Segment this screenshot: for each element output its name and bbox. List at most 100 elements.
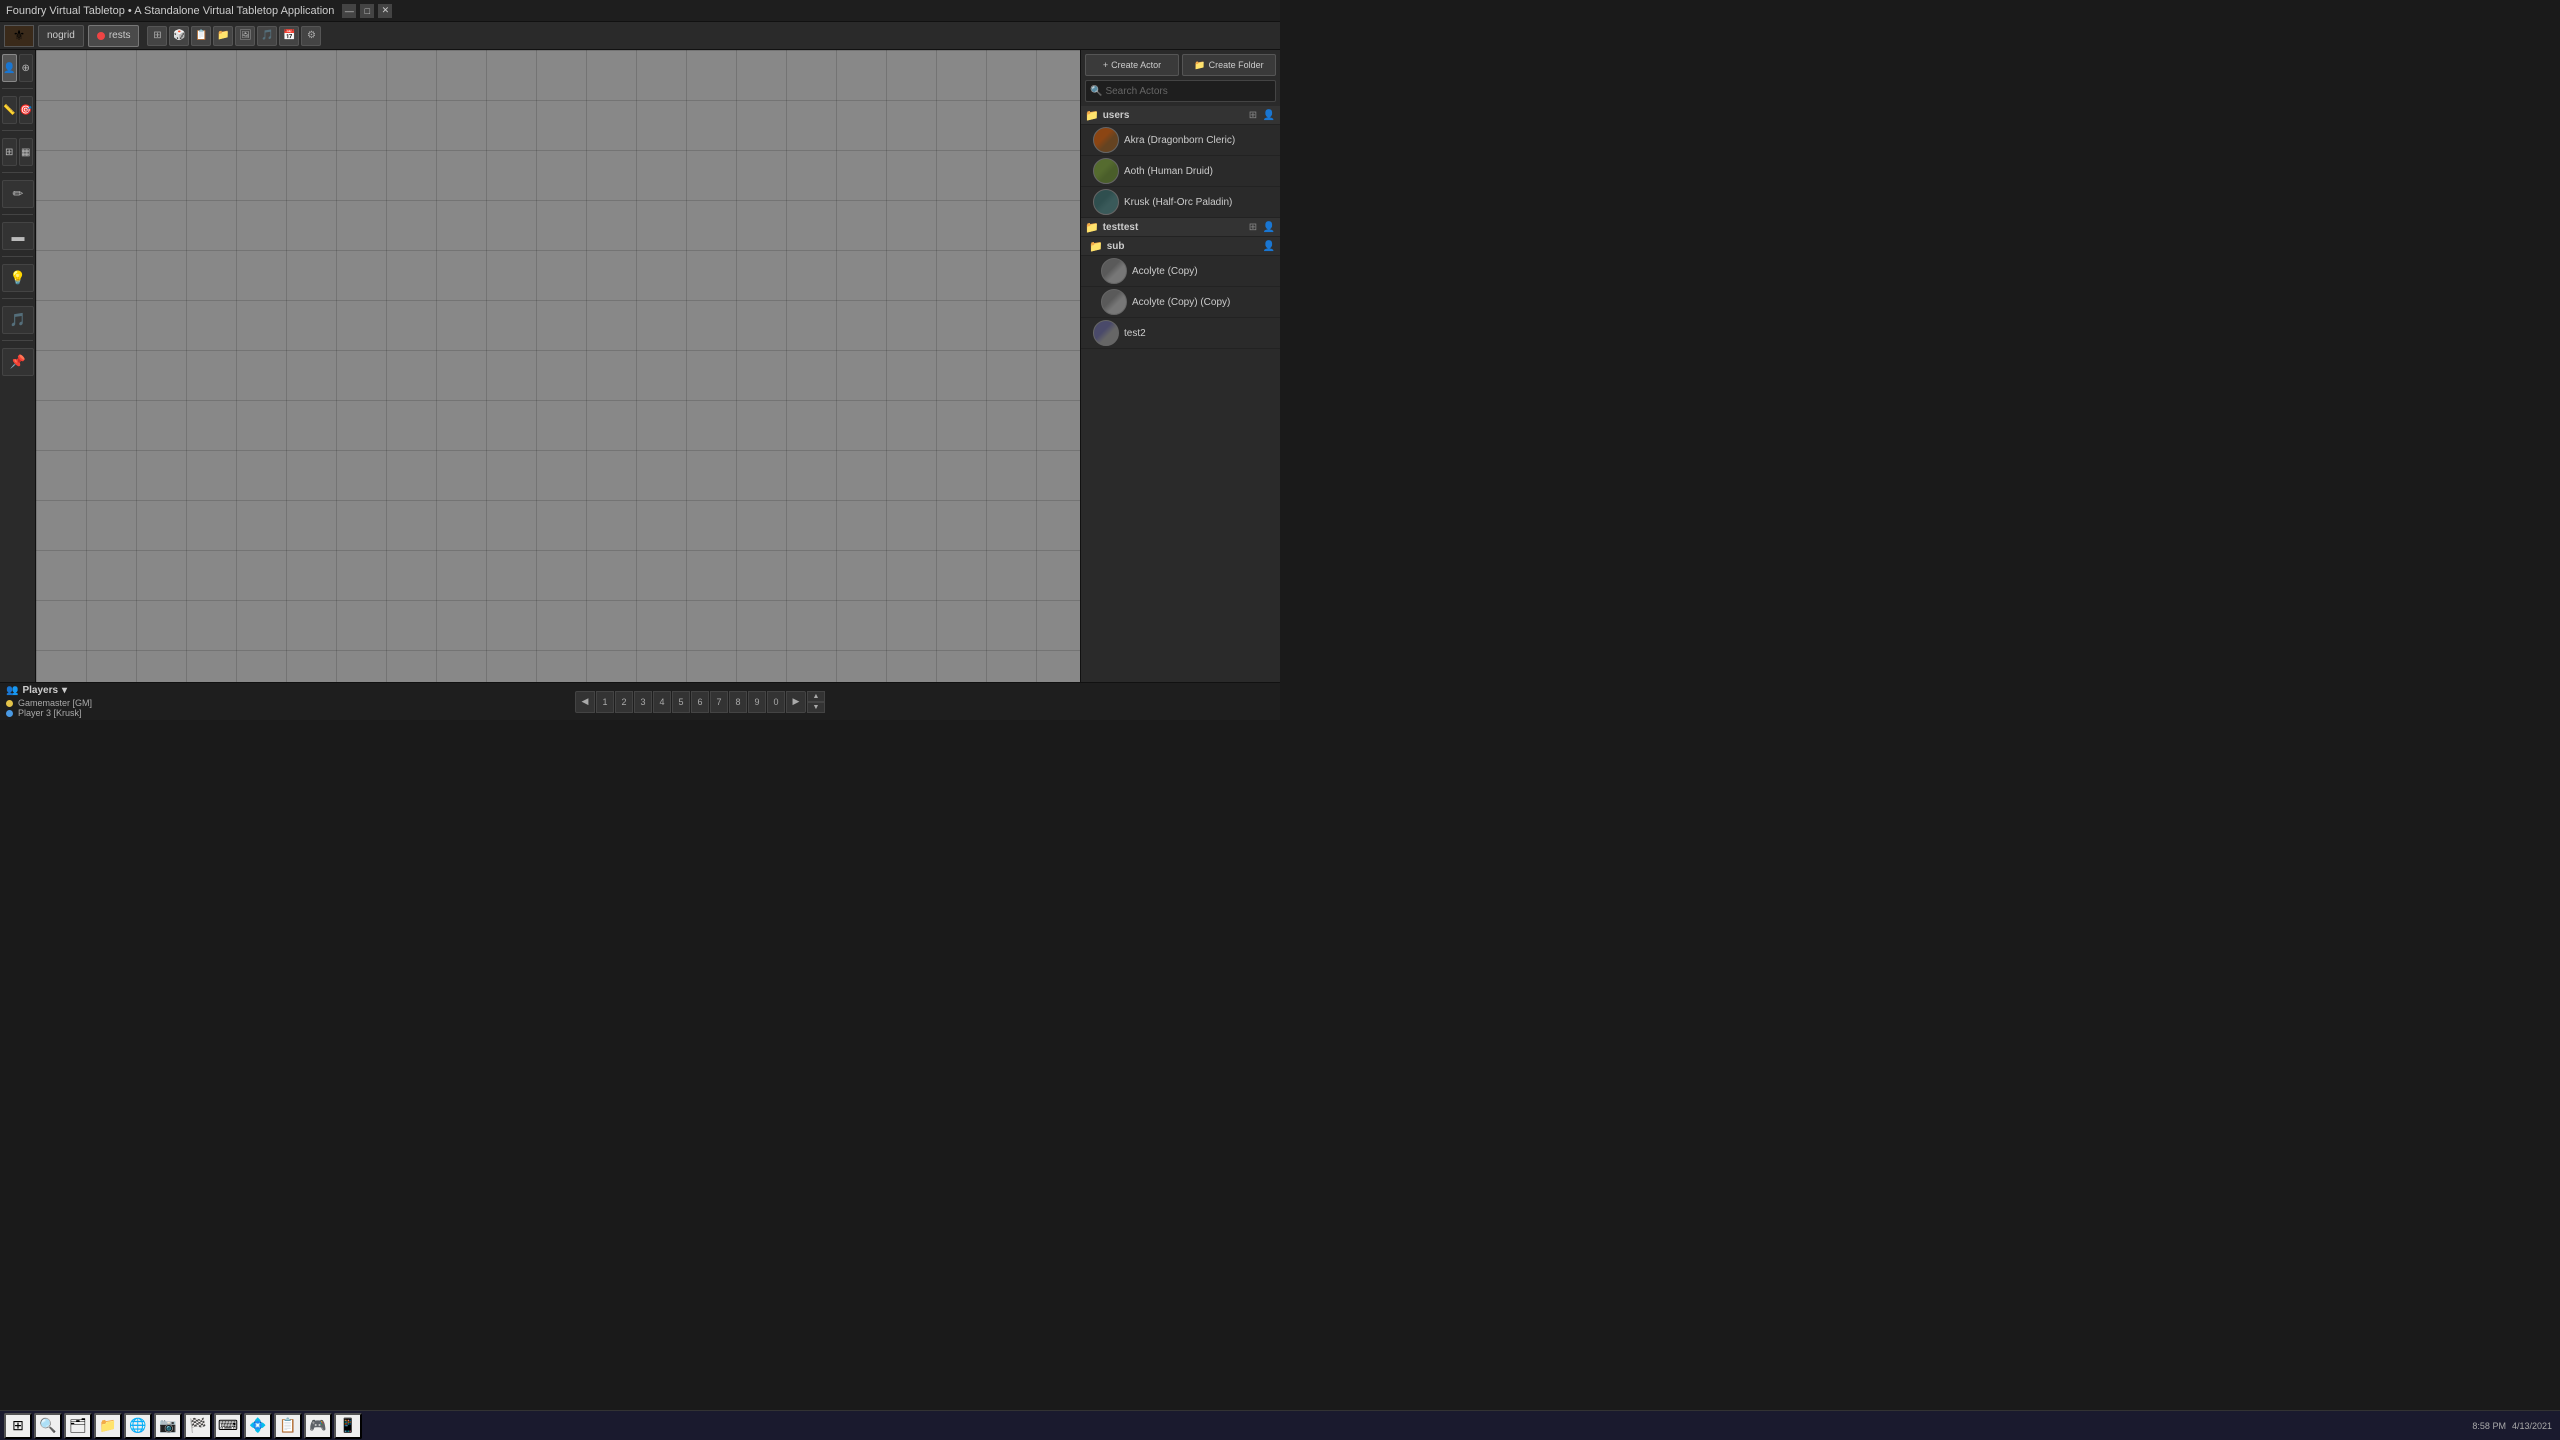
tool-group-draw: ✏ xyxy=(2,180,33,215)
scene-nav-next-button[interactable]: ▶ xyxy=(786,691,806,713)
scene-nav-page-8[interactable]: 8 xyxy=(729,691,747,713)
subfolder-sub-icon: 📁 xyxy=(1089,240,1103,253)
scene-nav-up-button[interactable]: ▲ xyxy=(807,691,825,702)
tool-group-sound: 🎵 xyxy=(2,306,33,341)
taskbar-camera-button[interactable]: 📷 xyxy=(154,1413,182,1439)
actor-name-aoth: Aoth (Human Druid) xyxy=(1124,166,1276,177)
taskbar-keyboard-button[interactable]: ⌨ xyxy=(214,1413,242,1439)
toolbar-icons: ⊞ 🎲 📋 📁 🖼 🎵 📅 ⚙ xyxy=(147,26,321,46)
folder-users[interactable]: 📁 users ⊞ 👤 xyxy=(1081,106,1280,125)
scene-nav-page-6[interactable]: 6 xyxy=(691,691,709,713)
toolbar-audio-icon[interactable]: 🎵 xyxy=(257,26,277,46)
toolbar-calendar-icon[interactable]: 📅 xyxy=(279,26,299,46)
wall-tool-button[interactable]: ▬ xyxy=(2,222,34,250)
toolbar-scenes-icon[interactable]: ⊞ xyxy=(147,26,167,46)
grid-canvas xyxy=(36,50,1080,682)
select-tool-button[interactable]: 👤 xyxy=(2,54,17,82)
tool-group-wall: ▬ xyxy=(2,222,33,257)
scene-nav-page-4[interactable]: 4 xyxy=(653,691,671,713)
actor-avatar-akra xyxy=(1093,127,1119,153)
actor-item-akra[interactable]: Akra (Dragonborn Cleric) xyxy=(1081,125,1280,156)
toolbar-journal-icon[interactable]: 📋 xyxy=(191,26,211,46)
tool-group-note: 📌 xyxy=(2,348,33,382)
tool-group-measure: 📏 🎯 xyxy=(2,96,33,131)
taskbar-time: 8:58 PM xyxy=(2472,1421,2506,1431)
create-actor-button[interactable]: + Create Actor xyxy=(1085,54,1179,76)
subfolder-sub-action-button[interactable]: 👤 xyxy=(1262,239,1276,253)
taskbar-app2-button[interactable]: 📋 xyxy=(274,1413,302,1439)
logo-button[interactable]: ⚜ xyxy=(4,25,34,47)
scene-nav-page-0[interactable]: 0 xyxy=(767,691,785,713)
actor-item-krusk[interactable]: Krusk (Half-Orc Paladin) xyxy=(1081,187,1280,218)
subfolder-sub[interactable]: 📁 sub 👤 xyxy=(1081,237,1280,256)
folder-users-sort-button[interactable]: ⊞ xyxy=(1246,108,1260,122)
create-folder-button[interactable]: 📁 Create Folder xyxy=(1182,54,1276,76)
create-folder-icon: 📁 xyxy=(1194,60,1205,71)
draw-tool-button[interactable]: ✏ xyxy=(2,180,34,208)
players-panel: 👥 Players ▾ Gamemaster [GM] Player 3 [Kr… xyxy=(0,683,120,720)
actor-avatar-acolyte-copy xyxy=(1101,258,1127,284)
scene-nav-page-7[interactable]: 7 xyxy=(710,691,728,713)
actor-name-akra: Akra (Dragonborn Cleric) xyxy=(1124,135,1276,146)
sound-tool-button[interactable]: 🎵 xyxy=(2,306,34,334)
scene-tab-rests-label: rests xyxy=(109,30,131,41)
taskbar-taskview-button[interactable]: 🗂 xyxy=(64,1413,92,1439)
taskbar-search-button[interactable]: 🔍 xyxy=(34,1413,62,1439)
player-gm-dot xyxy=(6,700,13,707)
actor-name-acolyte-copy: Acolyte (Copy) xyxy=(1132,266,1276,277)
grid-tool-button[interactable]: ▦ xyxy=(19,138,34,166)
maximize-button[interactable]: □ xyxy=(360,4,374,18)
actor-avatar-aoth xyxy=(1093,158,1119,184)
scene-nav-down-button[interactable]: ▼ xyxy=(807,702,825,713)
measure-tool-button[interactable]: 📏 xyxy=(2,96,17,124)
tool-group-tile: ⊞ ▦ xyxy=(2,138,33,173)
scene-tab-nogrid[interactable]: nogrid xyxy=(38,25,84,47)
toolbar-images-icon[interactable]: 🖼 xyxy=(235,26,255,46)
scene-nav-page-2[interactable]: 2 xyxy=(615,691,633,713)
scene-nav-prev-button[interactable]: ◀ xyxy=(575,691,595,713)
taskbar-date: 4/13/2021 xyxy=(2512,1421,2552,1431)
actor-item-acolyte-copy-copy[interactable]: Acolyte (Copy) (Copy) xyxy=(1081,287,1280,318)
actor-item-acolyte-copy[interactable]: Acolyte (Copy) xyxy=(1081,256,1280,287)
tile-tool-button[interactable]: ⊞ xyxy=(2,138,17,166)
compass-tool-button[interactable]: 🎯 xyxy=(19,96,34,124)
scene-nav-page-9[interactable]: 9 xyxy=(748,691,766,713)
actors-tree: 📁 users ⊞ 👤 Akra (Dragonborn Cleric) Aot… xyxy=(1081,104,1280,682)
folder-users-actions: ⊞ 👤 xyxy=(1246,108,1276,122)
title-bar-controls: — □ ✕ xyxy=(342,4,392,18)
folder-testtest-sort-button[interactable]: ⊞ xyxy=(1246,220,1260,234)
players-header[interactable]: 👥 Players ▾ xyxy=(6,685,114,696)
folder-testtest-add-user-button[interactable]: 👤 xyxy=(1262,220,1276,234)
minimize-button[interactable]: — xyxy=(342,4,356,18)
taskbar-start-button[interactable]: ⊞ xyxy=(4,1413,32,1439)
scene-nav-page-1[interactable]: 1 xyxy=(596,691,614,713)
light-tool-button[interactable]: 💡 xyxy=(2,264,34,292)
taskbar-app4-button[interactable]: 📱 xyxy=(334,1413,362,1439)
folder-users-add-user-button[interactable]: 👤 xyxy=(1262,108,1276,122)
canvas-area[interactable] xyxy=(36,50,1080,682)
target-tool-button[interactable]: ⊕ xyxy=(19,54,34,82)
taskbar-edge-button[interactable]: 🌐 xyxy=(124,1413,152,1439)
taskbar-explorer-button[interactable]: 📁 xyxy=(94,1413,122,1439)
scene-tab-rests[interactable]: rests xyxy=(88,25,140,47)
taskbar-foundry-button[interactable]: 🏁 xyxy=(184,1413,212,1439)
scene-nav-page-3[interactable]: 3 xyxy=(634,691,652,713)
tool-group-token: 👤 ⊕ xyxy=(2,54,33,89)
toolbar-actors-icon[interactable]: 📁 xyxy=(213,26,233,46)
taskbar-app1-button[interactable]: 💠 xyxy=(244,1413,272,1439)
actor-item-test2[interactable]: test2 xyxy=(1081,318,1280,349)
folder-testtest-icon: 📁 xyxy=(1085,221,1099,234)
scene-nav-page-5[interactable]: 5 xyxy=(672,691,690,713)
actor-item-aoth[interactable]: Aoth (Human Druid) xyxy=(1081,156,1280,187)
tool-pair-measure: 📏 🎯 xyxy=(2,96,33,124)
note-tool-button[interactable]: 📌 xyxy=(2,348,34,376)
search-input[interactable] xyxy=(1105,81,1271,101)
actor-name-acolyte-copy-copy: Acolyte (Copy) (Copy) xyxy=(1132,297,1276,308)
close-button[interactable]: ✕ xyxy=(378,4,392,18)
search-row: 🔍 xyxy=(1085,80,1276,102)
toolbar-settings-icon[interactable]: ⚙ xyxy=(301,26,321,46)
folder-testtest[interactable]: 📁 testtest ⊞ 👤 xyxy=(1081,218,1280,237)
toolbar-roll-icon[interactable]: 🎲 xyxy=(169,26,189,46)
actor-avatar-krusk xyxy=(1093,189,1119,215)
taskbar-app3-button[interactable]: 🎮 xyxy=(304,1413,332,1439)
